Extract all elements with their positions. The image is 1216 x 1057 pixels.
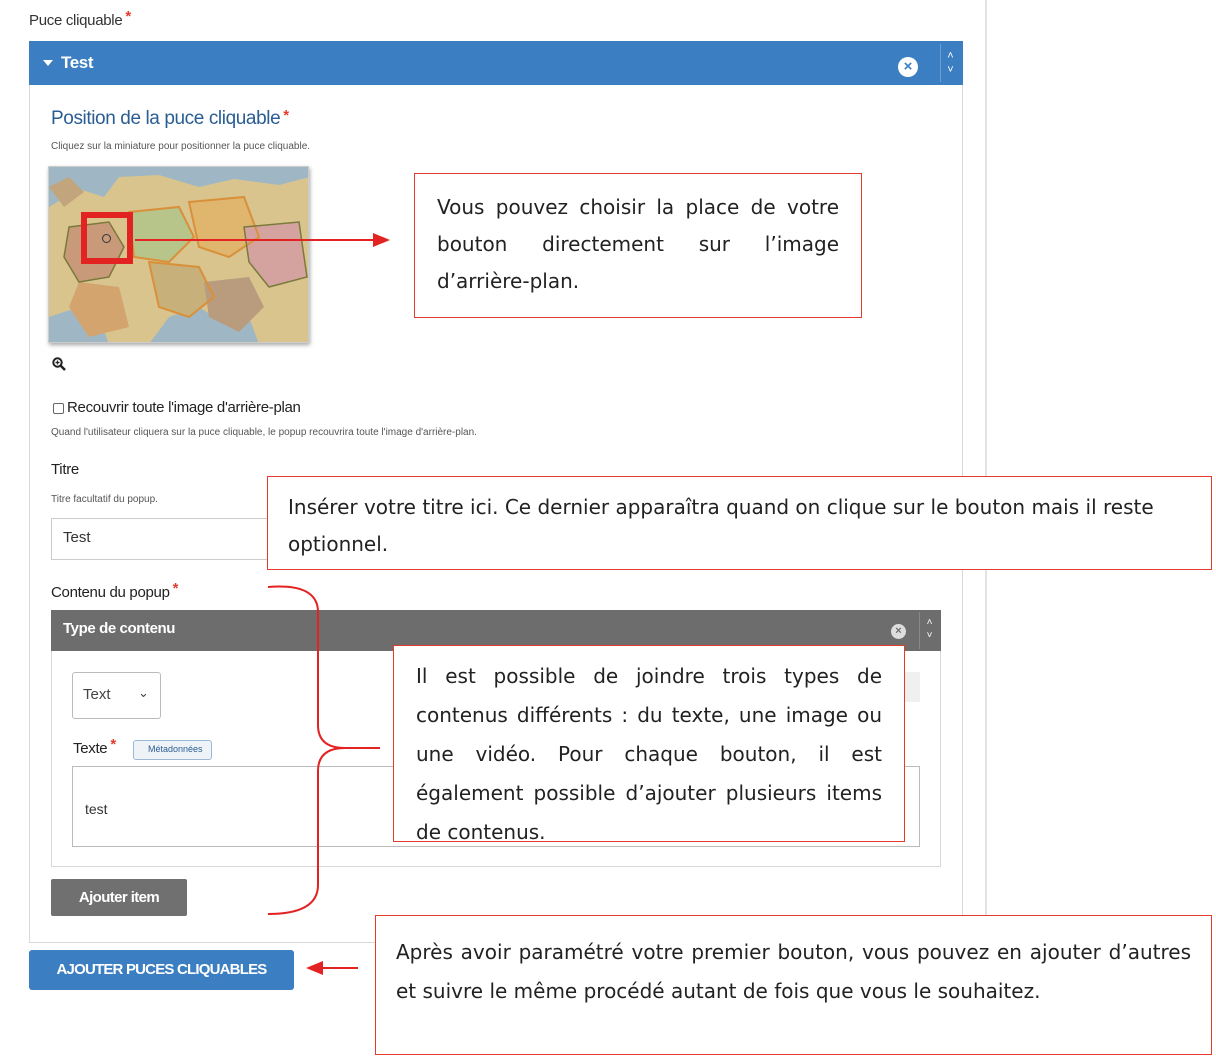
reorder-arrows-icon[interactable]: ˄ ˅ (940, 44, 960, 82)
title-field-label: Titre (51, 461, 79, 478)
required-asterisk: * (110, 736, 116, 753)
cover-image-label: Recouvrir toute l'image d'arrière-plan (67, 399, 301, 416)
hotspot-center-dot (102, 234, 111, 243)
callout-position: Vous pouvez choisir la place de votre bo… (414, 173, 862, 318)
callout-add-more: Après avoir paramétré votre premier bout… (375, 915, 1212, 1055)
add-hotspots-button[interactable]: AJOUTER PUCES CLIQUABLES (29, 950, 294, 990)
required-asterisk: * (172, 580, 179, 597)
hotspot-field-label: Puce cliquable * (29, 8, 131, 29)
content-type-title: Type de contenu (63, 620, 176, 637)
caret-down-icon[interactable] (43, 60, 53, 66)
zoom-in-icon[interactable] (52, 357, 66, 371)
required-asterisk: * (283, 107, 289, 124)
title-field-description: Titre facultatif du popup. (51, 494, 158, 505)
cover-image-checkbox[interactable] (53, 403, 64, 414)
add-item-button[interactable]: Ajouter item (51, 879, 187, 916)
position-description: Cliquez sur la miniature pour positionne… (51, 141, 311, 152)
chevron-down-icon[interactable]: ⌄ (138, 685, 149, 701)
popup-content-label: Contenu du popup * (51, 580, 179, 601)
reorder-arrows-icon[interactable]: ˄ ˅ (919, 612, 939, 649)
remove-circle-icon[interactable]: × (898, 57, 918, 77)
callout-content-types: Il est possible de joindre trois types d… (393, 645, 905, 844)
remove-circle-icon[interactable]: × (891, 624, 906, 639)
hotspot-header-title: Test (61, 53, 94, 72)
required-asterisk: * (125, 8, 131, 25)
callout-title: Insérer votre titre ici. Ce dernier appa… (267, 476, 1212, 570)
cover-image-description: Quand l'utilisateur cliquera sur la puce… (51, 427, 477, 438)
text-field-label: Texte * (73, 736, 116, 757)
position-title: Position de la puce cliquable * (51, 107, 289, 129)
hotspot-header-bar[interactable] (29, 41, 963, 85)
metadata-button[interactable]: Métadonnées (133, 740, 212, 760)
